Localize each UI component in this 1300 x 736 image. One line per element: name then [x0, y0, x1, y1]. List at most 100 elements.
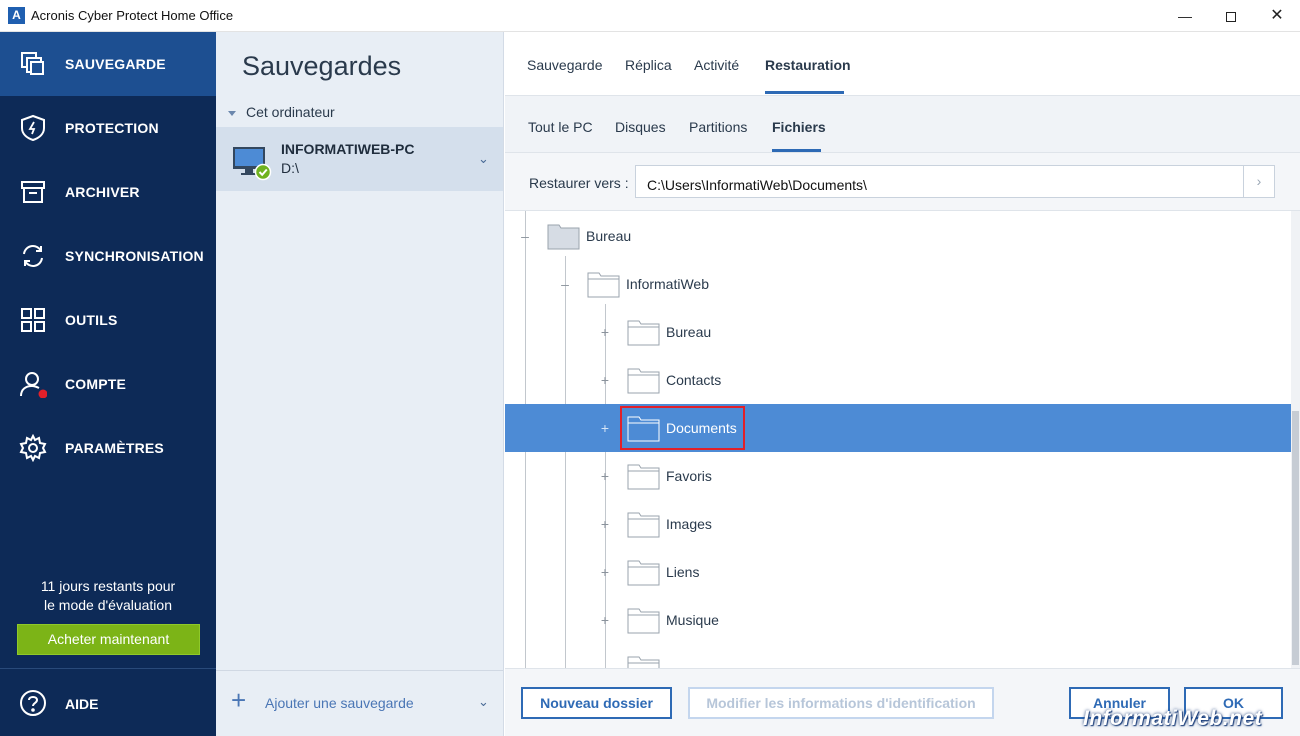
restore-path-input[interactable] [635, 165, 1244, 198]
main-panel: Sauvegarde Réplica Activité Restauration… [505, 32, 1300, 736]
folder-icon [627, 560, 660, 586]
active-tab-indicator [765, 91, 844, 94]
window-title: Acronis Cyber Protect Home Office [31, 8, 234, 23]
account-icon [20, 372, 47, 398]
sidebar-item-outils[interactable]: OUTILS [0, 288, 216, 352]
expand-toggle[interactable]: + [599, 324, 611, 340]
sidebar-item-label: SYNCHRONISATION [65, 248, 204, 264]
tree-node-label: Contacts [666, 372, 722, 388]
sidebar-item-label: COMPTE [65, 376, 127, 392]
expand-toggle[interactable]: + [599, 372, 611, 388]
tree-node-favoris[interactable]: + Favoris [505, 452, 1291, 500]
folder-icon [587, 272, 620, 298]
expand-toggle[interactable]: + [599, 564, 611, 580]
sidebar-item-label: SAUVEGARDE [65, 56, 166, 72]
tree-node-label: Musique [666, 612, 719, 628]
tree-node-images[interactable]: + Images [505, 500, 1291, 548]
folder-icon [627, 368, 660, 394]
buy-now-button[interactable]: Acheter maintenant [17, 624, 200, 655]
sidebar-divider [0, 668, 216, 669]
tree-node-label: Bureau [586, 228, 632, 244]
tree-node-musique[interactable]: + Musique [505, 596, 1291, 644]
backup-name: INFORMATIWEB-PC [281, 141, 415, 157]
sidebar-item-protection[interactable]: PROTECTION [0, 96, 216, 160]
backups-panel: Sauvegardes Cet ordinateur INFORMATIWEB-… [216, 32, 504, 736]
expand-toggle[interactable]: + [599, 516, 611, 532]
tree-node-liens[interactable]: + Liens [505, 548, 1291, 596]
sidebar-item-archiver[interactable]: ARCHIVER [0, 160, 216, 224]
new-folder-button[interactable]: Nouveau dossier [521, 687, 672, 719]
folder-icon [627, 464, 660, 490]
tab-restauration[interactable]: Restauration [765, 57, 851, 73]
chevron-down-icon[interactable]: ⌄ [478, 151, 489, 167]
folder-tree: – Bureau – InformatiWeb + Bureau + Conta… [505, 210, 1300, 669]
tree-node-informatiweb[interactable]: – InformatiWeb [505, 260, 1291, 308]
watermark: InformatiWeb.net [1083, 707, 1263, 730]
folder-icon [627, 512, 660, 538]
group-label: Cet ordinateur [246, 104, 335, 120]
shield-icon [21, 114, 45, 142]
tree-node-label: Images [666, 516, 712, 532]
chevron-down-icon[interactable]: ⌄ [478, 694, 489, 710]
help-label[interactable]: AIDE [65, 696, 98, 712]
maximize-button[interactable] [1208, 0, 1254, 32]
expand-toggle[interactable]: + [599, 420, 611, 436]
minimize-button[interactable]: — [1162, 0, 1208, 32]
computer-icon [233, 147, 272, 181]
sidebar-item-label: OUTILS [65, 312, 118, 328]
collapse-toggle[interactable]: – [559, 276, 571, 292]
acronis-logo-icon: A [8, 7, 25, 24]
expand-toggle[interactable]: + [599, 612, 611, 628]
tree-node-bureau[interactable]: – Bureau [505, 212, 1291, 260]
archive-icon [21, 181, 45, 203]
tab-tout-le-pc[interactable]: Tout le PC [528, 119, 593, 135]
backup-icon [21, 52, 44, 75]
close-button[interactable]: ✕ [1254, 0, 1300, 32]
plus-icon[interactable]: + [231, 687, 246, 713]
folder-icon [627, 608, 660, 634]
backup-destination: D:\ [281, 160, 299, 176]
sidebar-item-parametres[interactable]: PARAMÈTRES [0, 416, 216, 480]
tab-sauvegarde[interactable]: Sauvegarde [527, 57, 603, 73]
tab-activite[interactable]: Activité [694, 57, 739, 73]
add-backup-button[interactable]: Ajouter une sauvegarde [265, 695, 414, 711]
browse-chevron-button[interactable]: › [1243, 165, 1275, 198]
modify-credentials-button[interactable]: Modifier les informations d'identificati… [688, 687, 994, 719]
help-icon[interactable] [19, 689, 47, 717]
sidebar-item-synchronisation[interactable]: SYNCHRONISATION [0, 224, 216, 288]
expand-toggle[interactable]: + [599, 468, 611, 484]
collapse-toggle[interactable]: – [519, 228, 531, 244]
tab-replica[interactable]: Réplica [625, 57, 672, 73]
active-subtab-indicator [772, 149, 821, 152]
tree-node-label: Bureau [666, 324, 712, 340]
top-tabs: Sauvegarde Réplica Activité Restauration [505, 32, 1300, 96]
tree-node-bureau-sub[interactable]: + Bureau [505, 308, 1291, 356]
title-bar: A Acronis Cyber Protect Home Office — ✕ [0, 0, 1300, 32]
sidebar-item-label: PARAMÈTRES [65, 440, 164, 456]
computer-group-header[interactable]: Cet ordinateur [228, 104, 335, 120]
sidebar-item-compte[interactable]: COMPTE [0, 352, 216, 416]
tab-fichiers[interactable]: Fichiers [772, 119, 826, 135]
scrollbar-thumb[interactable] [1292, 411, 1299, 665]
gear-icon [19, 434, 47, 462]
tab-partitions[interactable]: Partitions [689, 119, 747, 135]
tree-node-contacts[interactable]: + Contacts [505, 356, 1291, 404]
folder-icon [627, 656, 660, 668]
tab-disques[interactable]: Disques [615, 119, 666, 135]
folder-icon [627, 320, 660, 346]
trial-line-2: le mode d'évaluation [44, 597, 172, 613]
tree-scrollbar[interactable] [1291, 211, 1300, 668]
sidebar-item-label: PROTECTION [65, 120, 159, 136]
tree-node-documents[interactable]: + Documents [505, 404, 1291, 452]
selection-highlight-box [620, 406, 745, 450]
tree-node-label: Favoris [666, 468, 712, 484]
trial-notice: 11 jours restants pour le mode d'évaluat… [0, 577, 216, 615]
sync-icon [23, 245, 43, 267]
sidebar-item-sauvegarde[interactable]: SAUVEGARDE [0, 32, 216, 96]
sidebar-item-label: ARCHIVER [65, 184, 140, 200]
tree-node-label: Liens [666, 564, 700, 580]
backup-list-item[interactable]: INFORMATIWEB-PC D:\ ⌄ [216, 127, 503, 191]
tree-node-label: InformatiWeb [626, 276, 709, 292]
sub-tabs: Tout le PC Disques Partitions Fichiers [505, 96, 1300, 153]
collapse-triangle-icon [228, 110, 236, 116]
